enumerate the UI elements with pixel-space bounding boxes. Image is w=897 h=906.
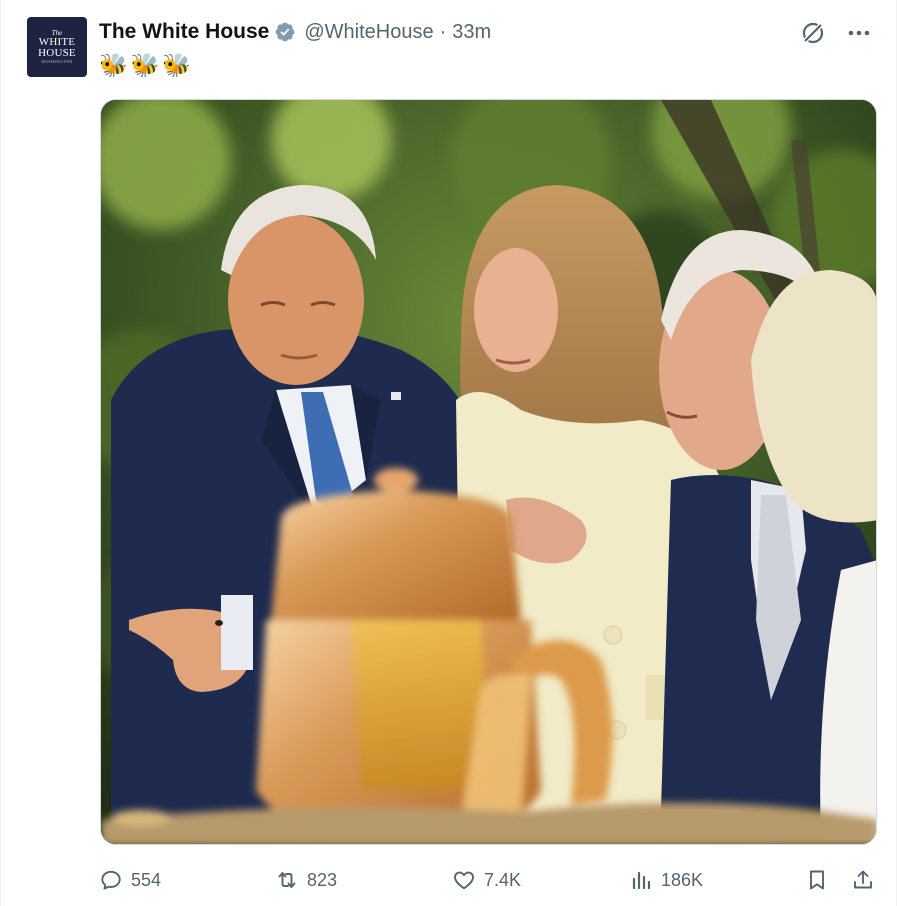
- views-count: 186K: [661, 869, 704, 890]
- tweet-photo[interactable]: [100, 99, 877, 845]
- grok-icon[interactable]: [800, 20, 826, 46]
- views-icon: [632, 871, 651, 890]
- share-button[interactable]: [851, 864, 875, 896]
- tweet: The WHITE HOUSE WASHINGTON The White Hou…: [0, 0, 897, 906]
- separator-dot: ·: [439, 20, 447, 43]
- bookmark-icon: [810, 870, 824, 890]
- header-actions: [800, 20, 872, 46]
- tweet-text: 🐝🐝🐝: [99, 52, 194, 78]
- action-bar: 554 823 7.4K 186K: [99, 864, 879, 896]
- avatar-text-line-3: HOUSE: [38, 47, 76, 59]
- reply-count: 554: [131, 869, 162, 890]
- avatar-text-line-4: WASHINGTON: [41, 59, 73, 64]
- views-button[interactable]: 186K: [629, 864, 703, 896]
- verified-badge-icon[interactable]: [274, 21, 296, 43]
- tweet-header: The White House @WhiteHouse · 33m: [99, 19, 491, 45]
- like-icon: [454, 871, 474, 890]
- more-icon[interactable]: [846, 20, 872, 46]
- handle[interactable]: @WhiteHouse: [304, 21, 433, 44]
- share-icon: [854, 870, 872, 889]
- timestamp[interactable]: 33m: [452, 21, 491, 44]
- avatar[interactable]: The WHITE HOUSE WASHINGTON: [27, 17, 87, 77]
- like-count: 7.4K: [484, 869, 522, 890]
- retweet-icon: [278, 872, 296, 888]
- reply-icon: [101, 870, 121, 890]
- retweet-count: 823: [307, 869, 338, 890]
- bookmark-button[interactable]: [805, 864, 829, 896]
- retweet-button[interactable]: 823: [275, 864, 337, 896]
- like-button[interactable]: 7.4K: [452, 864, 521, 896]
- reply-button[interactable]: 554: [99, 864, 161, 896]
- display-name[interactable]: The White House: [99, 20, 269, 44]
